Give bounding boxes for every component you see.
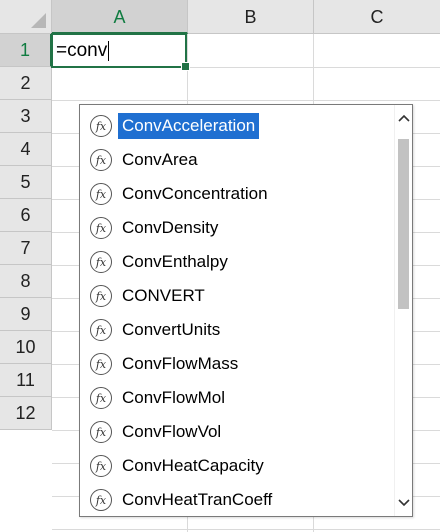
autocomplete-item[interactable]: fx ConvDensity — [80, 211, 394, 245]
autocomplete-item-label: ConvHeatTranCoeff — [122, 490, 273, 509]
autocomplete-item[interactable]: fx ConvFlowMol — [80, 381, 394, 415]
row-header-12[interactable]: 12 — [0, 397, 52, 430]
row-header-2[interactable]: 2 — [0, 67, 52, 100]
row-header-9[interactable]: 9 — [0, 298, 52, 331]
function-icon: fx — [90, 421, 112, 443]
gridline — [52, 100, 440, 101]
autocomplete-item[interactable]: fx CONVERT — [80, 279, 394, 313]
function-icon: fx — [90, 115, 112, 137]
autocomplete-item[interactable]: fx ConvHeatTranCoeff — [80, 483, 394, 517]
fill-handle[interactable] — [181, 62, 190, 71]
spreadsheet-grid[interactable]: A B C 1 2 3 4 5 6 7 8 9 10 11 12 =conv f… — [0, 0, 440, 532]
scroll-down-chevron-icon[interactable] — [395, 492, 413, 514]
autocomplete-item[interactable]: fx ConvEnthalpy — [80, 245, 394, 279]
autocomplete-item-label: ConvertUnits — [122, 320, 221, 339]
scroll-up-chevron-icon[interactable] — [395, 107, 413, 129]
row-header-5[interactable]: 5 — [0, 166, 52, 199]
row-header-10[interactable]: 10 — [0, 331, 52, 364]
autocomplete-item-label: ConvFlowMass — [122, 354, 239, 373]
function-icon: fx — [90, 489, 112, 511]
autocomplete-item-label: ConvAcceleration — [118, 113, 260, 139]
autocomplete-item[interactable]: fx ConvArea — [80, 143, 394, 177]
autocomplete-items: fx ConvAcceleration fx ConvArea fx ConvConcen… — [80, 109, 394, 517]
row-header-6[interactable]: 6 — [0, 199, 52, 232]
autocomplete-item-label: ConvFlowMol — [122, 388, 225, 407]
row-header-4[interactable]: 4 — [0, 133, 52, 166]
function-icon: fx — [90, 353, 112, 375]
autocomplete-item[interactable]: fx ConvFlowMass — [80, 347, 394, 381]
function-icon: fx — [90, 285, 112, 307]
autocomplete-item-label: ConvHeatCapacity — [122, 456, 264, 475]
autocomplete-item-label: CONVERT — [122, 286, 205, 305]
function-icon: fx — [90, 387, 112, 409]
scroll-thumb[interactable] — [398, 139, 409, 309]
autocomplete-item-label: ConvArea — [122, 150, 198, 169]
row-header-1[interactable]: 1 — [0, 34, 52, 67]
autocomplete-item[interactable]: fx ConvAcceleration — [80, 109, 394, 143]
gridline — [52, 529, 440, 530]
function-icon: fx — [90, 217, 112, 239]
autocomplete-item-label: ConvConcentration — [122, 184, 268, 203]
autocomplete-item[interactable]: fx ConvHeatCapacity — [80, 449, 394, 483]
select-all-triangle-icon — [31, 13, 46, 28]
row-header-8[interactable]: 8 — [0, 265, 52, 298]
autocomplete-item[interactable]: fx ConvFlowVol — [80, 415, 394, 449]
autocomplete-item-label: ConvDensity — [122, 218, 219, 237]
autocomplete-item[interactable]: fx ConvertUnits — [80, 313, 394, 347]
row-header-3[interactable]: 3 — [0, 100, 52, 133]
cell-a1-formula-text[interactable]: =conv — [56, 33, 110, 68]
autocomplete-scrollbar[interactable] — [394, 105, 412, 516]
text-caret — [108, 40, 110, 61]
autocomplete-item-label: ConvFlowVol — [122, 422, 222, 441]
autocomplete-item[interactable]: fx ConvConcentration — [80, 177, 394, 211]
function-icon: fx — [90, 319, 112, 341]
row-header-11[interactable]: 11 — [0, 364, 52, 397]
column-header-a[interactable]: A — [52, 0, 188, 34]
column-header-b[interactable]: B — [188, 0, 314, 34]
autocomplete-item-label: ConvEnthalpy — [122, 252, 228, 271]
function-autocomplete-list[interactable]: fx ConvAcceleration fx ConvArea fx ConvConcen… — [79, 104, 413, 517]
function-icon: fx — [90, 183, 112, 205]
function-icon: fx — [90, 455, 112, 477]
row-header-7[interactable]: 7 — [0, 232, 52, 265]
column-header-c[interactable]: C — [314, 0, 440, 34]
function-icon: fx — [90, 149, 112, 171]
function-icon: fx — [90, 251, 112, 273]
select-all-button[interactable] — [0, 0, 52, 34]
